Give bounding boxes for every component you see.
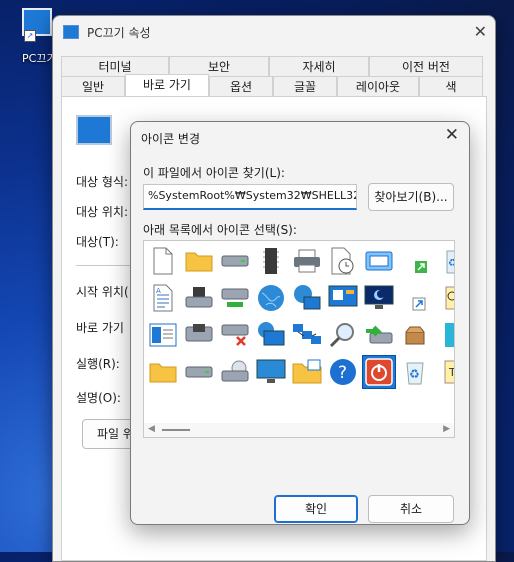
properties-titlebar: PC끄기 속성 xyxy=(53,16,495,48)
ok-button[interactable]: 확인 xyxy=(274,495,358,523)
open-folder-icon[interactable] xyxy=(147,356,179,388)
cd-drive-icon[interactable] xyxy=(219,356,251,388)
tab-options[interactable]: 옵션 xyxy=(209,76,273,96)
moon-monitor-icon[interactable] xyxy=(363,282,395,314)
svg-text:♻: ♻ xyxy=(448,258,455,269)
shortcut-icon xyxy=(76,115,112,145)
shortcut-arrow-icon: ↗ xyxy=(24,30,36,42)
blank-document-icon[interactable] xyxy=(147,245,179,277)
look-for-icons-label: 이 파일에서 아이콘 찾기(L): xyxy=(143,166,285,180)
svg-text:?: ? xyxy=(338,363,347,383)
select-icon-label: 아래 목록에서 아이콘 선택(S): xyxy=(143,223,297,237)
properties-title: PC끄기 속성 xyxy=(87,25,151,40)
recycle-partial-icon[interactable]: ♻ xyxy=(435,245,455,277)
tab-details[interactable]: 자세히 xyxy=(269,56,369,76)
scroll-right-icon[interactable]: ▶ xyxy=(443,424,450,434)
globe-icon[interactable] xyxy=(255,282,287,314)
change-icon-dialog: 아이콘 변경 ✕ 이 파일에서 아이콘 찾기(L): %SystemRoot%₩… xyxy=(130,121,470,525)
svg-text:♻: ♻ xyxy=(409,367,420,381)
tab-shortcut[interactable]: 바로 가기 xyxy=(125,74,209,98)
tabs-row-2: 일반 바로 가기 옵션 글꼴 레이아웃 색 xyxy=(61,74,483,98)
svg-text:A: A xyxy=(156,287,161,295)
target-label: 대상(T): xyxy=(76,235,119,249)
mapped-drive-icon[interactable] xyxy=(363,319,395,351)
floppy-icon[interactable] xyxy=(183,319,215,351)
magnifier-icon[interactable] xyxy=(327,319,359,351)
scroll-thumb[interactable] xyxy=(162,429,190,431)
run-label: 실행(R): xyxy=(76,357,120,371)
blank-tile-icon[interactable] xyxy=(435,319,454,351)
control-panel-icon[interactable] xyxy=(327,282,359,314)
drive-2-icon[interactable] xyxy=(183,356,215,388)
target-type-label: 대상 형식: xyxy=(76,175,129,189)
window-list-icon[interactable] xyxy=(147,319,179,351)
tabs-row-1: 터미널 보안 자세히 이전 버전 xyxy=(61,56,483,76)
arrow-overlay-icon[interactable] xyxy=(399,282,431,314)
horizontal-scrollbar[interactable]: ◀ ▶ xyxy=(144,423,454,437)
power-icon[interactable] xyxy=(362,355,396,389)
search-document-icon[interactable] xyxy=(435,282,454,314)
start-in-label: 시작 위치( xyxy=(76,285,129,299)
tab-font[interactable]: 글꼴 xyxy=(273,76,337,96)
tab-previous-versions[interactable]: 이전 버전 xyxy=(369,56,483,76)
chip-icon[interactable] xyxy=(255,245,287,277)
shortcut-key-label: 바로 가기 xyxy=(76,321,124,335)
clock-document-icon[interactable] xyxy=(327,245,359,277)
properties-close-button[interactable]: ✕ xyxy=(474,22,487,41)
icon-file-path-input[interactable]: %SystemRoot%₩System32₩SHELL32.dll xyxy=(143,184,357,210)
network-computers-icon[interactable] xyxy=(291,319,323,351)
disconnected-drive-icon[interactable] xyxy=(219,319,251,351)
network-globe-icon[interactable] xyxy=(291,282,323,314)
drive-icon[interactable] xyxy=(219,245,251,277)
recycle-text-icon[interactable]: T xyxy=(435,356,455,388)
printer-icon[interactable] xyxy=(291,245,323,277)
folder-grid-icon[interactable] xyxy=(291,356,323,388)
recycle-bin-icon[interactable]: ♻ xyxy=(399,356,431,388)
tab-layout[interactable]: 레이아웃 xyxy=(337,76,419,96)
tab-terminal[interactable]: 터미널 xyxy=(61,56,169,76)
text-document-icon[interactable]: A xyxy=(147,282,179,314)
svg-text:T: T xyxy=(448,366,455,379)
network-drive-icon[interactable] xyxy=(219,282,251,314)
separator xyxy=(76,265,136,266)
dialog-title: 아이콘 변경 xyxy=(141,132,201,146)
tab-colors[interactable]: 색 xyxy=(419,76,483,96)
box-icon[interactable] xyxy=(399,319,431,351)
monitor-globe-icon[interactable] xyxy=(255,319,287,351)
target-location-label: 대상 위치: xyxy=(76,205,129,219)
tab-security[interactable]: 보안 xyxy=(169,56,269,76)
window-icon xyxy=(63,25,79,39)
scroll-left-icon[interactable]: ◀ xyxy=(148,424,155,434)
tab-general[interactable]: 일반 xyxy=(61,76,125,96)
folder-icon[interactable] xyxy=(183,245,215,277)
comment-label: 설명(O): xyxy=(76,391,121,405)
dialog-close-button[interactable]: ✕ xyxy=(445,125,459,145)
monitor-icon[interactable] xyxy=(255,356,287,388)
cancel-button[interactable]: 취소 xyxy=(368,495,454,523)
browse-button[interactable]: 찾아보기(B)... xyxy=(368,183,454,211)
help-icon[interactable]: ? xyxy=(327,356,359,388)
icon-list[interactable]: T ♻? A ♻ ◀ ▶ xyxy=(143,240,455,438)
floppy-drive-icon[interactable] xyxy=(183,282,215,314)
window-app-icon[interactable] xyxy=(363,245,395,277)
shortcut-overlay-icon[interactable] xyxy=(399,245,431,277)
